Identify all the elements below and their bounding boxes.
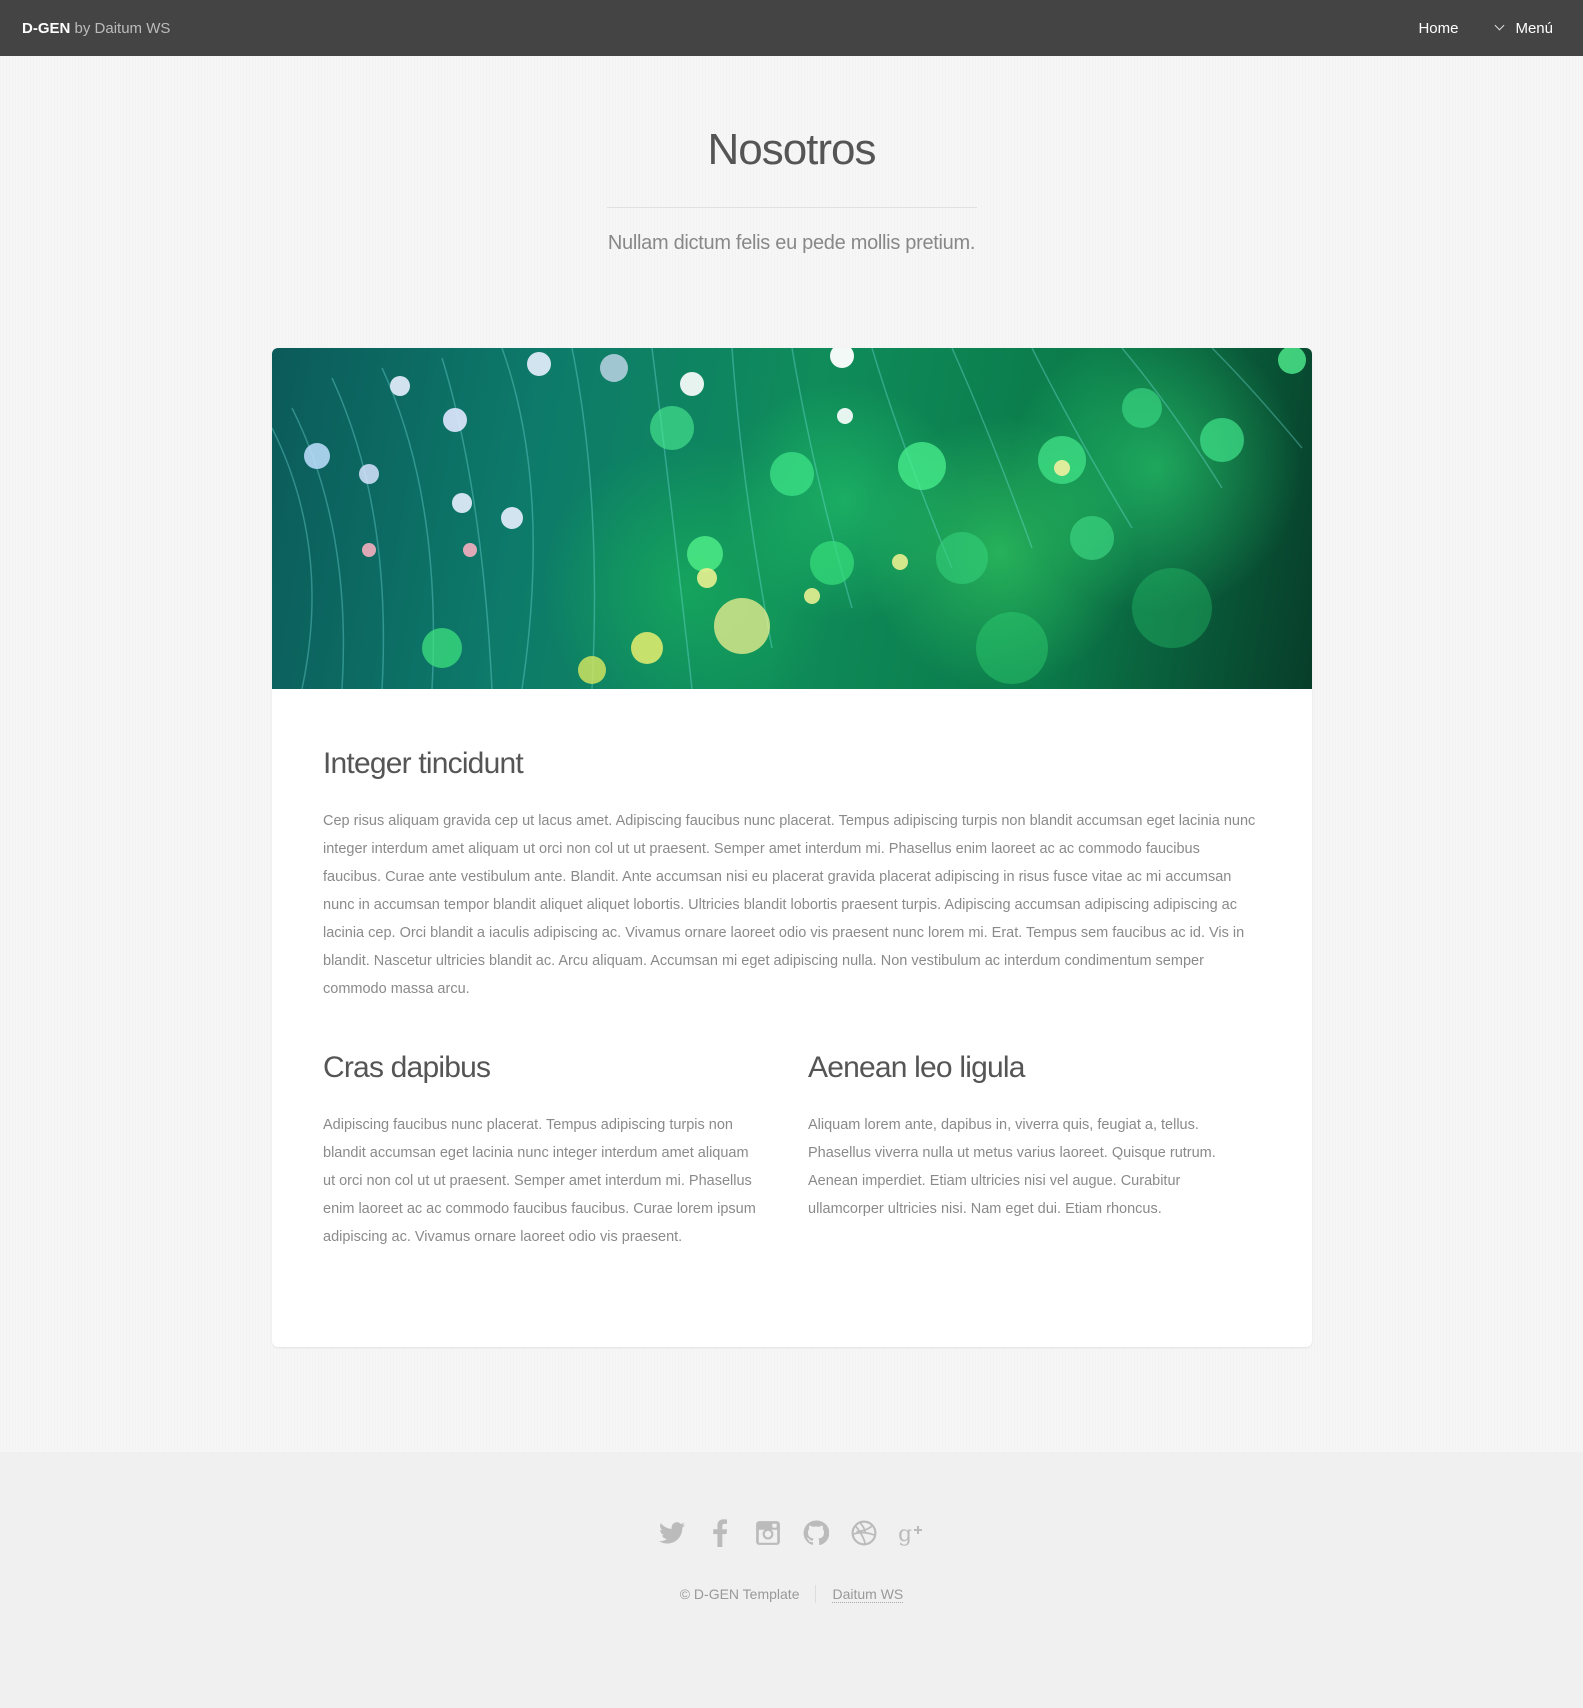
section-body: Adipiscing faucibus nunc placerat. Tempu… bbox=[323, 1117, 756, 1245]
title-divider bbox=[606, 207, 977, 208]
dribbble-icon[interactable] bbox=[850, 1518, 878, 1548]
site-footer: g © D-GEN Template Daitum WS bbox=[0, 1452, 1583, 1708]
copyright-bar: © D-GEN Template Daitum WS bbox=[0, 1585, 1583, 1603]
nav-menu-toggle[interactable]: Menú bbox=[1495, 19, 1553, 37]
top-navbar: D-GEN by Daitum WS Home Menú bbox=[0, 0, 1583, 56]
section-body: Aliquam lorem ante, dapibus in, viverra … bbox=[808, 1117, 1216, 1217]
footer-divider bbox=[815, 1585, 817, 1603]
copyright-text: © D-GEN Template bbox=[679, 1586, 800, 1602]
github-icon[interactable] bbox=[802, 1518, 830, 1548]
section-integer-tincidunt: Integer tincidunt Cep risus aliquam grav… bbox=[323, 747, 1261, 1003]
twitter-icon[interactable] bbox=[658, 1518, 686, 1548]
content-card: Integer tincidunt Cep risus aliquam grav… bbox=[272, 348, 1312, 1347]
nav-home-link[interactable]: Home bbox=[1418, 20, 1458, 37]
section-body: Cep risus aliquam gravida cep ut lacus a… bbox=[323, 813, 1256, 997]
social-links: g bbox=[0, 1518, 1583, 1548]
main-nav: Home Menú bbox=[1418, 20, 1553, 37]
two-column-row: Cras dapibus Adipiscing faucibus nunc pl… bbox=[323, 1051, 1261, 1251]
google-plus-icon[interactable]: g bbox=[898, 1518, 926, 1548]
brand-by: by Daitum WS bbox=[70, 19, 171, 37]
site-logo[interactable]: D-GEN by Daitum WS bbox=[22, 20, 170, 37]
nav-menu-label: Menú bbox=[1515, 19, 1553, 37]
section-heading: Integer tincidunt bbox=[323, 747, 524, 780]
section-heading: Cras dapibus bbox=[323, 1051, 491, 1084]
svg-text:g: g bbox=[898, 1522, 912, 1547]
facebook-icon[interactable] bbox=[706, 1518, 734, 1548]
chevron-down-icon bbox=[1495, 20, 1505, 31]
credit-link[interactable]: Daitum WS bbox=[832, 1586, 904, 1603]
brand-name[interactable]: D-GEN bbox=[22, 20, 70, 37]
article-content: Integer tincidunt Cep risus aliquam grav… bbox=[272, 689, 1312, 1251]
page-header: Nosotros Nullam dictum felis eu pede mol… bbox=[0, 125, 1583, 255]
page-subtitle: Nullam dictum felis eu pede mollis preti… bbox=[607, 232, 976, 254]
fiber-optic-banner-image bbox=[272, 348, 1312, 689]
page-title: Nosotros bbox=[707, 125, 876, 174]
section-heading: Aenean leo ligula bbox=[808, 1051, 1025, 1084]
instagram-icon[interactable] bbox=[754, 1518, 782, 1548]
banner-illustration bbox=[272, 348, 1306, 689]
section-aenean-leo-ligula: Aenean leo ligula Aliquam lorem ante, da… bbox=[808, 1051, 1228, 1251]
section-cras-dapibus: Cras dapibus Adipiscing faucibus nunc pl… bbox=[323, 1051, 760, 1251]
